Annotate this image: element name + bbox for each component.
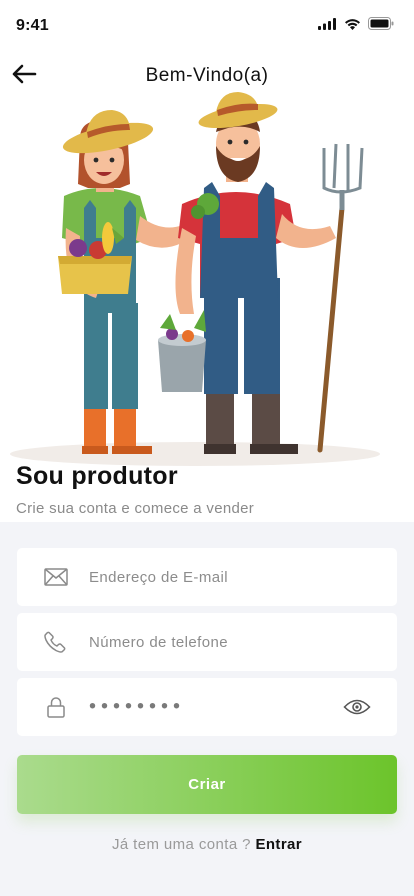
status-icons xyxy=(318,17,394,35)
login-prompt-row: Já tem uma conta ? Entrar xyxy=(0,836,414,853)
login-prompt-text: Já tem uma conta ? xyxy=(111,836,251,853)
email-field-container[interactable] xyxy=(17,548,397,606)
password-input[interactable]: •••••••• xyxy=(89,696,185,719)
create-account-button[interactable]: Criar xyxy=(17,755,397,814)
farmer-couple-illustration xyxy=(0,88,414,468)
eye-icon[interactable] xyxy=(343,698,371,716)
status-bar: 9:41 xyxy=(0,0,414,52)
section-subtitle: Crie sua conta e comece a vender xyxy=(16,500,255,517)
email-input[interactable] xyxy=(89,548,339,606)
intro-section: Sou produtor Crie sua conta e comece a v… xyxy=(16,462,254,517)
section-title: Sou produtor xyxy=(16,462,178,490)
back-button[interactable] xyxy=(8,62,40,90)
envelope-icon xyxy=(44,568,68,586)
page-title: Bem-Vindo(a) xyxy=(145,65,269,86)
password-field-container[interactable]: •••••••• xyxy=(17,678,397,736)
cellular-signal-icon xyxy=(318,17,337,35)
wifi-icon xyxy=(344,17,361,35)
phone-input[interactable] xyxy=(89,613,339,671)
phone-field-container[interactable] xyxy=(17,613,397,671)
status-time: 9:41 xyxy=(16,17,49,34)
phone-icon xyxy=(44,631,66,653)
lock-icon xyxy=(47,696,65,718)
arrow-left-icon xyxy=(11,64,37,89)
battery-icon xyxy=(368,17,394,35)
login-link[interactable]: Entrar xyxy=(255,836,302,853)
